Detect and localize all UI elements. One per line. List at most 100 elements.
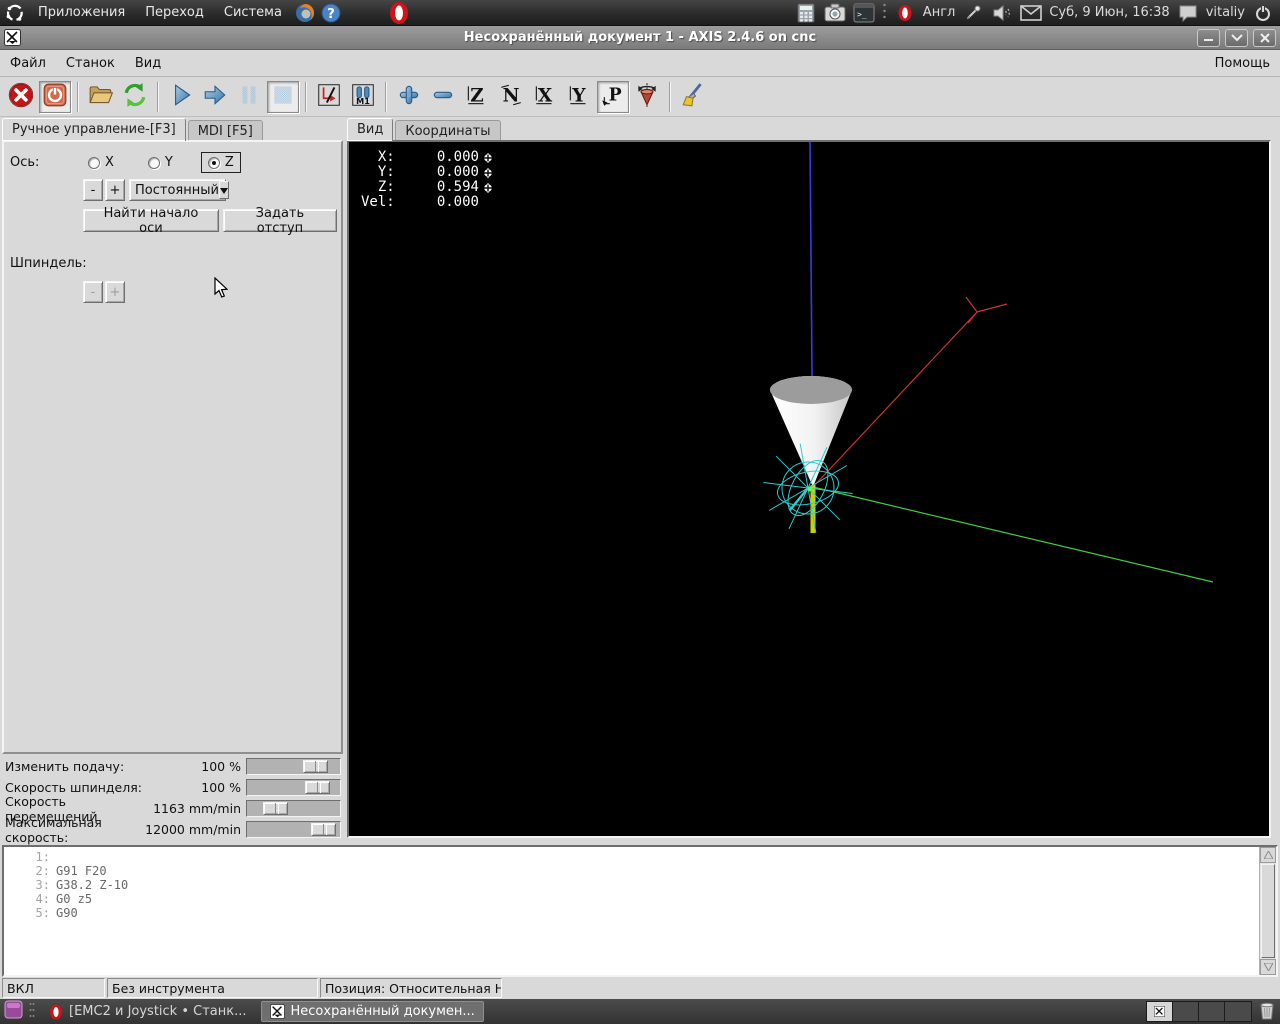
status-position-mode: Позиция: Относительная Наст bbox=[320, 978, 502, 998]
gcode-line: 3:G38.2 Z-10 bbox=[4, 878, 1276, 892]
spindle-plus-button[interactable]: + bbox=[105, 281, 125, 303]
menu-help[interactable]: Помощь bbox=[1205, 51, 1280, 76]
menu-file[interactable]: Файл bbox=[0, 51, 56, 76]
tool-cone bbox=[770, 376, 852, 487]
view-y-icon: Y bbox=[566, 82, 592, 112]
homed-icon bbox=[482, 152, 494, 164]
mail-icon[interactable] bbox=[1020, 2, 1042, 24]
trash-icon[interactable] bbox=[1258, 1000, 1276, 1024]
axis-radio-z[interactable]: Z bbox=[201, 152, 241, 173]
workspace-3[interactable] bbox=[1199, 1002, 1225, 1021]
pause-button[interactable] bbox=[233, 81, 265, 113]
axis-radio-x[interactable]: X bbox=[82, 153, 120, 172]
maximize-button[interactable] bbox=[1225, 29, 1248, 47]
preview-canvas[interactable]: X: 0.000 Y: 0.000 Z: 0.594 bbox=[347, 140, 1271, 838]
volume-icon[interactable] bbox=[991, 2, 1013, 24]
optional-stop-button[interactable]: M1 bbox=[347, 81, 379, 113]
opera-tray-icon[interactable] bbox=[894, 2, 916, 24]
applet-handle[interactable] bbox=[29, 1001, 35, 1023]
step-button[interactable] bbox=[199, 81, 231, 113]
firefox-icon[interactable] bbox=[294, 2, 316, 24]
opera-icon[interactable] bbox=[388, 2, 410, 24]
workspace-4[interactable] bbox=[1225, 1002, 1251, 1021]
show-desktop-icon[interactable] bbox=[4, 1000, 23, 1023]
titlebar[interactable]: Несохранённый документ 1 - AXIS 2.4.6 on… bbox=[0, 26, 1280, 50]
reload-button[interactable] bbox=[119, 81, 151, 113]
clear-plot-button[interactable] bbox=[677, 81, 709, 113]
right-tabs: Вид Координаты bbox=[347, 118, 501, 141]
view-y-button[interactable]: Y bbox=[563, 81, 595, 113]
clock[interactable]: Суб, 9 Июн, 16:38 bbox=[1049, 5, 1169, 20]
spindle-override-slider[interactable] bbox=[246, 779, 341, 796]
view-z-rotated-button[interactable]: N bbox=[495, 81, 527, 113]
help-icon[interactable]: ? bbox=[320, 2, 342, 24]
axis-x-label: X bbox=[105, 155, 114, 170]
menu-machine[interactable]: Станок bbox=[56, 51, 125, 76]
jog-minus-button[interactable]: - bbox=[83, 179, 103, 201]
slider-handle[interactable] bbox=[263, 802, 288, 815]
gcode-line-text: G90 bbox=[56, 906, 78, 920]
stop-button[interactable] bbox=[267, 81, 299, 113]
minimize-button[interactable] bbox=[1197, 29, 1220, 47]
tab-dro[interactable]: Координаты bbox=[395, 120, 500, 141]
view-z-button[interactable]: Z bbox=[461, 81, 493, 113]
tab-preview[interactable]: Вид bbox=[347, 118, 393, 141]
task-axis-window[interactable]: Несохранённый докумен... bbox=[261, 1001, 484, 1022]
user-menu[interactable]: vitaliy bbox=[1206, 5, 1245, 20]
applet-handle[interactable] bbox=[882, 2, 887, 24]
scrollbar-thumb[interactable] bbox=[1261, 864, 1275, 958]
status-tool: Без инструмента bbox=[107, 978, 318, 998]
terminal-icon[interactable]: >_ bbox=[853, 2, 875, 24]
workspace-2[interactable] bbox=[1173, 1002, 1199, 1021]
gcode-listing[interactable]: 1: 2:G91 F20 3:G38.2 Z-10 4:G0 z5 5:G90 bbox=[2, 845, 1278, 977]
gcode-line-number: 5: bbox=[4, 906, 56, 920]
gcode-scrollbar[interactable] bbox=[1259, 847, 1276, 975]
tab-mdi[interactable]: MDI [F5] bbox=[188, 120, 263, 141]
slider-handle[interactable] bbox=[303, 760, 328, 773]
shutdown-icon[interactable] bbox=[1252, 2, 1274, 24]
step-icon bbox=[202, 82, 228, 112]
skip-lines-button[interactable] bbox=[313, 81, 345, 113]
menu-places[interactable]: Переход bbox=[137, 2, 212, 23]
run-button[interactable] bbox=[165, 81, 197, 113]
screenshot-icon[interactable] bbox=[824, 2, 846, 24]
homed-icon bbox=[482, 167, 494, 179]
machine-power-button[interactable] bbox=[39, 81, 71, 113]
workspace-1[interactable] bbox=[1147, 1002, 1173, 1021]
pin-icon[interactable] bbox=[962, 2, 984, 24]
zoom-out-button[interactable] bbox=[427, 81, 459, 113]
rotate-view-button[interactable] bbox=[631, 81, 663, 113]
gcode-line: 2:G91 F20 bbox=[4, 864, 1276, 878]
open-file-button[interactable] bbox=[85, 81, 117, 113]
keyboard-layout-indicator[interactable]: Англ bbox=[923, 5, 956, 20]
task-opera-window[interactable]: [EMC2 и Joystick • Станк... bbox=[41, 1001, 255, 1022]
close-button[interactable] bbox=[1253, 29, 1276, 47]
feed-override-row: Изменить подачу: 100 % bbox=[0, 756, 343, 777]
slider-handle[interactable] bbox=[311, 823, 336, 836]
axis-radio-y[interactable]: Y bbox=[142, 153, 179, 172]
feed-override-slider[interactable] bbox=[246, 758, 341, 775]
axis-window-icon bbox=[270, 1004, 285, 1019]
calculator-icon[interactable] bbox=[795, 2, 817, 24]
home-axis-button[interactable]: Найти начало оси bbox=[83, 209, 219, 232]
spindle-minus-button[interactable]: - bbox=[83, 281, 103, 303]
slider-handle[interactable] bbox=[305, 781, 330, 794]
estop-button[interactable] bbox=[5, 81, 37, 113]
distributor-logo-icon[interactable] bbox=[4, 2, 26, 24]
jog-mode-select[interactable]: Постоянный bbox=[129, 179, 226, 201]
view-x-button[interactable]: X bbox=[529, 81, 561, 113]
touch-off-button[interactable]: Задать отступ bbox=[223, 209, 337, 232]
menu-view[interactable]: Вид bbox=[125, 51, 171, 76]
scroll-up-icon[interactable] bbox=[1260, 847, 1276, 863]
zoom-in-button[interactable] bbox=[393, 81, 425, 113]
toolbar: M1 Z N X Y P bbox=[0, 77, 1280, 117]
menu-system[interactable]: Система bbox=[216, 2, 290, 23]
tab-manual-control[interactable]: Ручное управление-[F3] bbox=[2, 118, 186, 141]
chat-status-icon[interactable] bbox=[1177, 2, 1199, 24]
jog-speed-slider[interactable] bbox=[246, 800, 341, 817]
menu-applications[interactable]: Приложения bbox=[30, 2, 133, 23]
max-velocity-slider[interactable] bbox=[246, 821, 341, 838]
jog-plus-button[interactable]: + bbox=[105, 179, 125, 201]
view-perspective-button[interactable]: P bbox=[597, 81, 629, 113]
scroll-down-icon[interactable] bbox=[1260, 959, 1276, 975]
